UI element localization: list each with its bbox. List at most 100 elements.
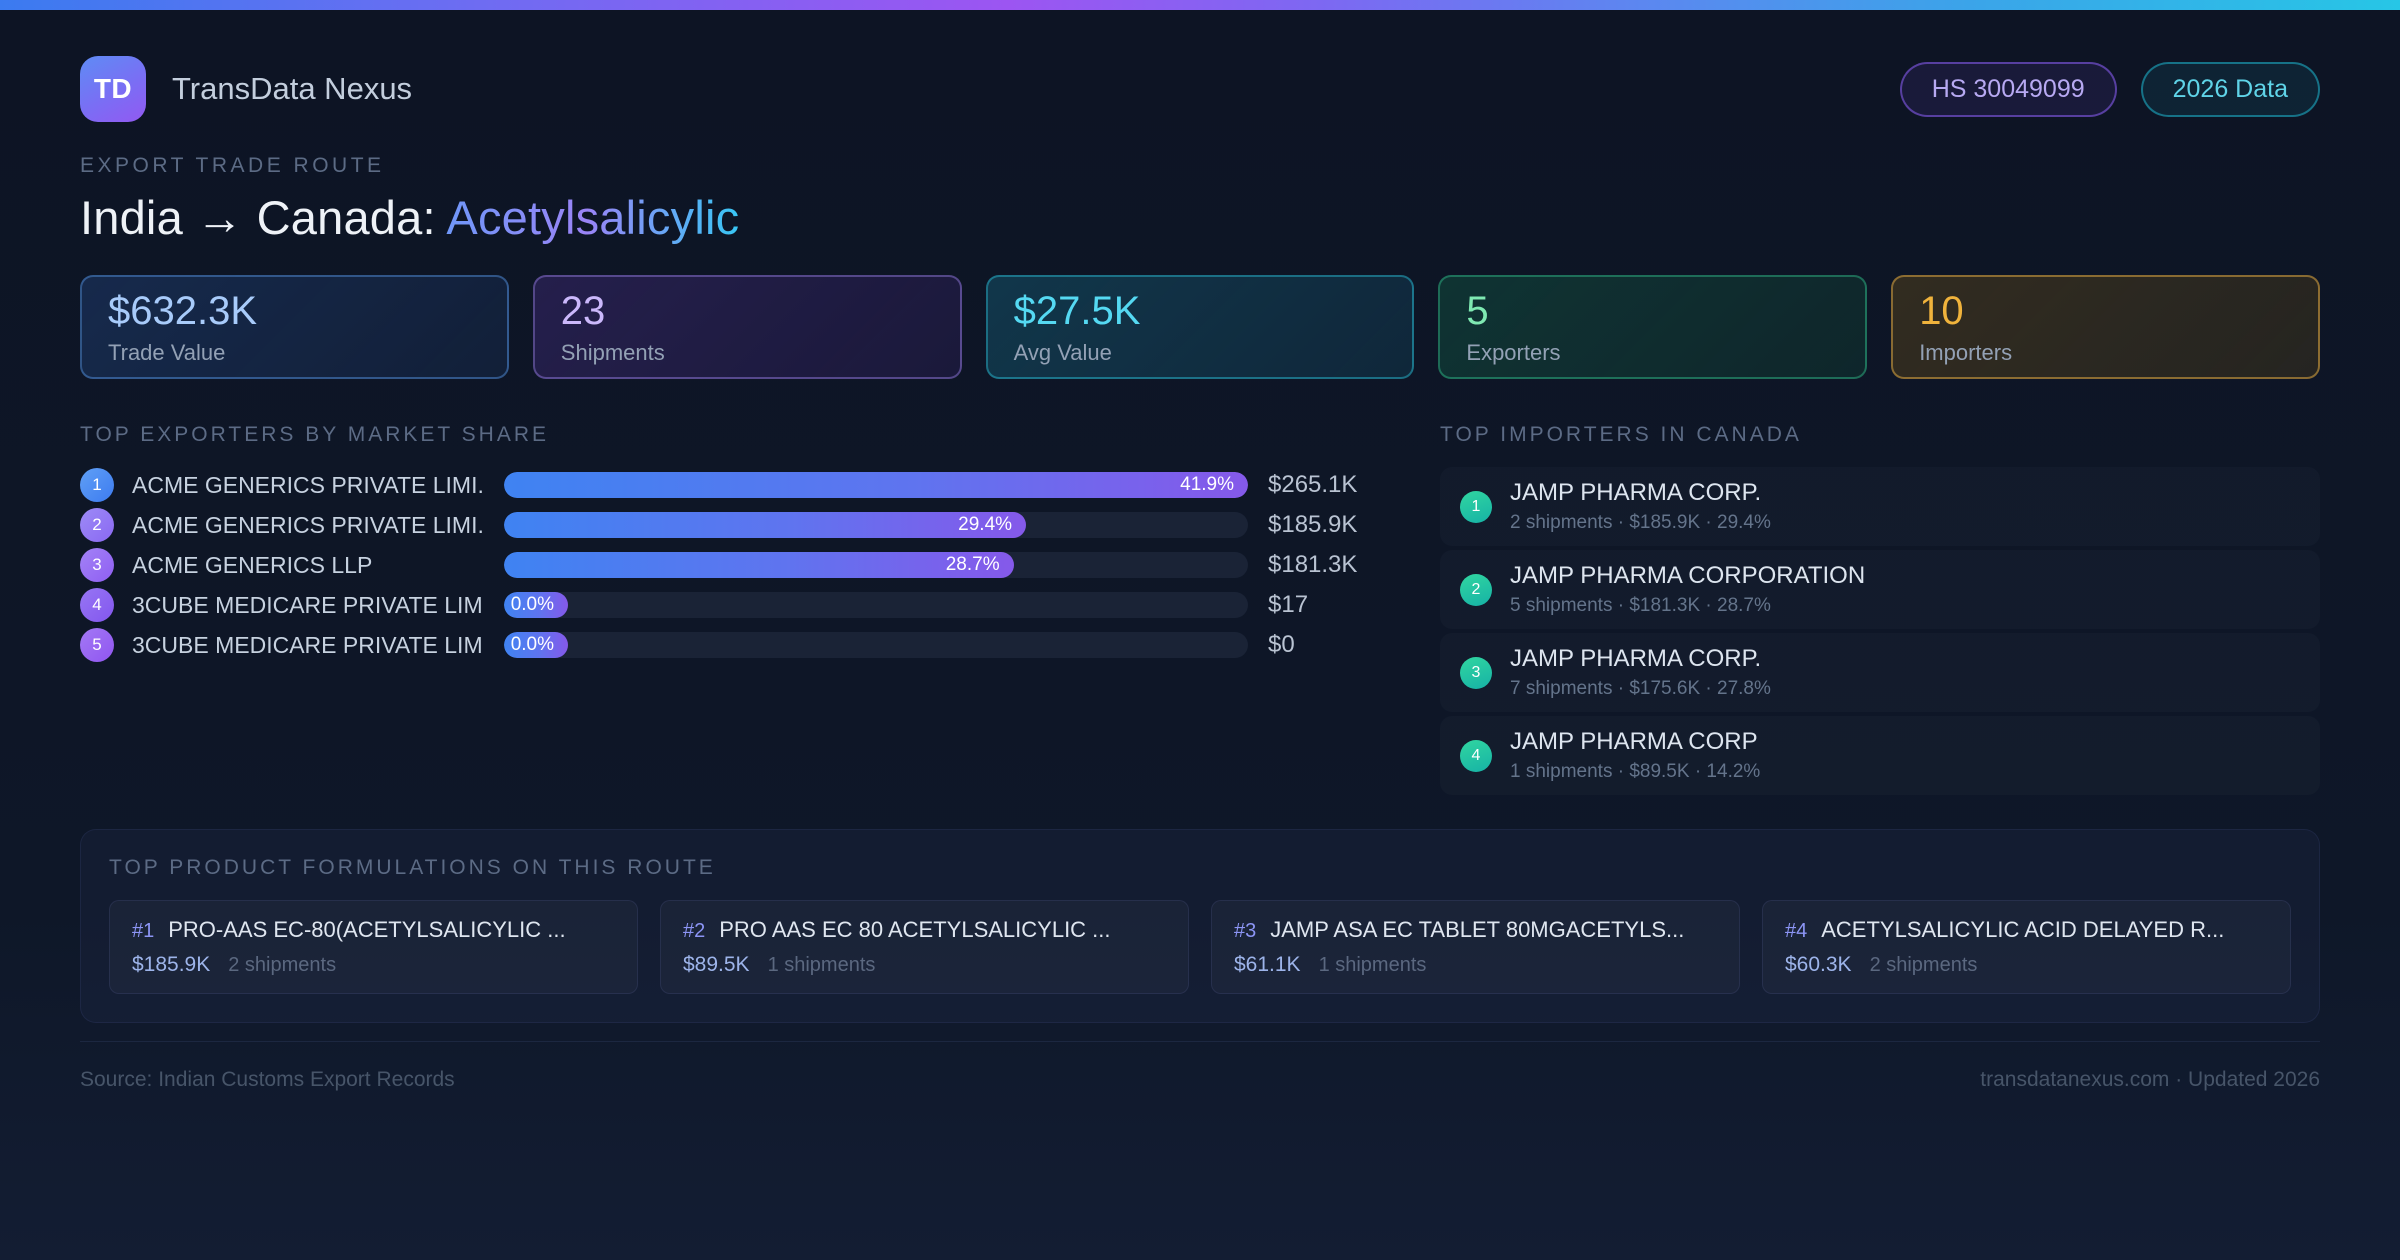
exporters-heading: TOP EXPORTERS BY MARKET SHARE: [80, 423, 1376, 447]
product-name: JAMP ASA EC TABLET 80MGACETYLS...: [1270, 917, 1684, 943]
brand: TD TransData Nexus: [80, 56, 412, 122]
rank-badge: 3: [80, 548, 114, 582]
page-content: TD TransData Nexus HS 30049099 2026 Data…: [0, 56, 2400, 1092]
product-card[interactable]: #2 PRO AAS EC 80 ACETYLSALICYLIC ... $89…: [660, 900, 1189, 994]
exporter-row[interactable]: 5 3CUBE MEDICARE PRIVATE LIM... 0.0% $0: [80, 627, 1376, 663]
product-rank: #3: [1234, 920, 1256, 943]
site-text: transdatanexus.com · Updated 2026: [1980, 1068, 2320, 1092]
product-value: $185.9K: [132, 953, 210, 977]
exporter-row[interactable]: 2 ACME GENERICS PRIVATE LIMI... 29.4% $1…: [80, 507, 1376, 543]
rank-badge: 3: [1460, 657, 1492, 689]
product-card[interactable]: #4 ACETYLSALICYLIC ACID DELAYED R... $60…: [1762, 900, 2291, 994]
product-shipments: 2 shipments: [1870, 954, 1978, 977]
product-name: ACETYLSALICYLIC ACID DELAYED R...: [1821, 917, 2224, 943]
stat-value: 10: [1919, 289, 2292, 334]
source-text: Source: Indian Customs Export Records: [80, 1068, 455, 1092]
importer-info: JAMP PHARMA CORP. 7 shipments · $175.6K …: [1510, 645, 1771, 700]
exporter-value: $0: [1268, 631, 1376, 659]
app-name: TransData Nexus: [172, 71, 412, 107]
app-logo-icon: TD: [80, 56, 146, 122]
importer-info: JAMP PHARMA CORPORATION 5 shipments · $1…: [1510, 562, 1865, 617]
market-share-bar-track: 0.0%: [504, 632, 1248, 658]
data-year-badge[interactable]: 2026 Data: [2141, 62, 2320, 117]
rank-badge: 2: [80, 508, 114, 542]
hs-code-badge[interactable]: HS 30049099: [1900, 62, 2117, 117]
product-name: PRO-AAS EC-80(ACETYLSALICYLIC ...: [168, 917, 565, 943]
importer-name: JAMP PHARMA CORP.: [1510, 479, 1771, 507]
product-value: $60.3K: [1785, 953, 1852, 977]
product-name: PRO AAS EC 80 ACETYLSALICYLIC ...: [719, 917, 1110, 943]
exporter-row[interactable]: 1 ACME GENERICS PRIVATE LIMI... 41.9% $2…: [80, 467, 1376, 503]
importer-card[interactable]: 4 JAMP PHARMA CORP 1 shipments · $89.5K …: [1440, 716, 2320, 795]
stat-value: $632.3K: [108, 289, 481, 334]
rank-badge: 1: [80, 468, 114, 502]
exporters-list: 1 ACME GENERICS PRIVATE LIMI... 41.9% $2…: [80, 467, 1376, 663]
product-card[interactable]: #3 JAMP ASA EC TABLET 80MGACETYLS... $61…: [1211, 900, 1740, 994]
stat-card-exporters: 5 Exporters: [1438, 275, 1867, 379]
exporter-name: ACME GENERICS LLP: [132, 552, 484, 579]
rank-badge: 5: [80, 628, 114, 662]
market-share-bar-fill: 0.0%: [504, 592, 568, 618]
stat-label: Shipments: [561, 340, 934, 366]
importer-info: JAMP PHARMA CORP 1 shipments · $89.5K · …: [1510, 728, 1760, 783]
product-name-highlight: Acetylsalicylic: [446, 191, 739, 244]
market-share-bar-track: 28.7%: [504, 552, 1248, 578]
stat-label: Trade Value: [108, 340, 481, 366]
stat-value: 5: [1466, 289, 1839, 334]
header: TD TransData Nexus HS 30049099 2026 Data: [80, 56, 2320, 122]
footer: Source: Indian Customs Export Records tr…: [80, 1041, 2320, 1092]
importer-meta: 5 shipments · $181.3K · 28.7%: [1510, 595, 1865, 617]
rank-badge: 4: [80, 588, 114, 622]
top-accent-bar: [0, 0, 2400, 10]
importer-card[interactable]: 1 JAMP PHARMA CORP. 2 shipments · $185.9…: [1440, 467, 2320, 546]
market-share-bar-fill: 28.7%: [504, 552, 1014, 578]
exporter-name: 3CUBE MEDICARE PRIVATE LIM...: [132, 592, 484, 619]
stat-card-avg-value: $27.5K Avg Value: [986, 275, 1415, 379]
stat-label: Importers: [1919, 340, 2292, 366]
market-share-bar-track: 0.0%: [504, 592, 1248, 618]
exporters-section: TOP EXPORTERS BY MARKET SHARE 1 ACME GEN…: [80, 423, 1376, 667]
market-share-bar-fill: 29.4%: [504, 512, 1026, 538]
importer-info: JAMP PHARMA CORP. 2 shipments · $185.9K …: [1510, 479, 1771, 534]
product-value: $61.1K: [1234, 953, 1301, 977]
importer-card[interactable]: 2 JAMP PHARMA CORPORATION 5 shipments · …: [1440, 550, 2320, 629]
product-rank: #4: [1785, 920, 1807, 943]
importer-meta: 2 shipments · $185.9K · 29.4%: [1510, 512, 1771, 534]
share-percent-label: 28.7%: [946, 554, 1014, 576]
share-percent-label: 29.4%: [958, 514, 1026, 536]
share-percent-label: 41.9%: [1180, 474, 1248, 496]
header-badges: HS 30049099 2026 Data: [1900, 62, 2320, 117]
importer-name: JAMP PHARMA CORP.: [1510, 645, 1771, 673]
importer-name: JAMP PHARMA CORP: [1510, 728, 1760, 756]
product-value: $89.5K: [683, 953, 750, 977]
importer-meta: 1 shipments · $89.5K · 14.2%: [1510, 761, 1760, 783]
page-title: India → Canada: Acetylsalicylic: [80, 190, 2320, 245]
product-rank: #1: [132, 920, 154, 943]
importer-meta: 7 shipments · $175.6K · 27.8%: [1510, 678, 1771, 700]
main-columns: TOP EXPORTERS BY MARKET SHARE 1 ACME GEN…: [80, 423, 2320, 799]
route-text: India → Canada:: [80, 191, 446, 244]
market-share-bar-fill: 0.0%: [504, 632, 568, 658]
exporter-row[interactable]: 4 3CUBE MEDICARE PRIVATE LIM... 0.0% $17: [80, 587, 1376, 623]
product-rank: #2: [683, 920, 705, 943]
stat-cards: $632.3K Trade Value 23 Shipments $27.5K …: [80, 275, 2320, 379]
products-heading: TOP PRODUCT FORMULATIONS ON THIS ROUTE: [109, 856, 2291, 880]
product-card[interactable]: #1 PRO-AAS EC-80(ACETYLSALICYLIC ... $18…: [109, 900, 638, 994]
product-shipments: 1 shipments: [1319, 954, 1427, 977]
importers-heading: TOP IMPORTERS IN CANADA: [1440, 423, 2320, 447]
importer-card[interactable]: 3 JAMP PHARMA CORP. 7 shipments · $175.6…: [1440, 633, 2320, 712]
eyebrow-label: EXPORT TRADE ROUTE: [80, 154, 2320, 178]
market-share-bar-track: 41.9%: [504, 472, 1248, 498]
stat-card-shipments: 23 Shipments: [533, 275, 962, 379]
exporter-value: $181.3K: [1268, 551, 1376, 579]
exporter-row[interactable]: 3 ACME GENERICS LLP 28.7% $181.3K: [80, 547, 1376, 583]
rank-badge: 4: [1460, 740, 1492, 772]
exporter-value: $265.1K: [1268, 471, 1376, 499]
importers-section: TOP IMPORTERS IN CANADA 1 JAMP PHARMA CO…: [1440, 423, 2320, 799]
stat-label: Exporters: [1466, 340, 1839, 366]
product-shipments: 1 shipments: [768, 954, 876, 977]
products-list: #1 PRO-AAS EC-80(ACETYLSALICYLIC ... $18…: [109, 900, 2291, 994]
rank-badge: 1: [1460, 491, 1492, 523]
stat-value: $27.5K: [1014, 289, 1387, 334]
stat-card-importers: 10 Importers: [1891, 275, 2320, 379]
